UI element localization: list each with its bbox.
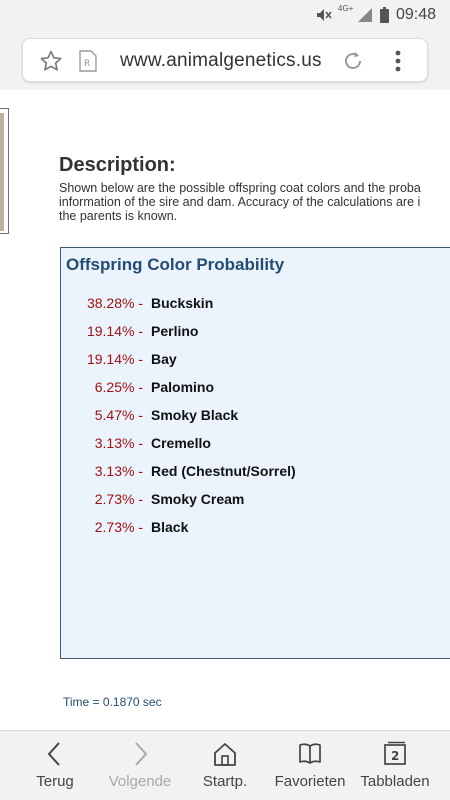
svg-text:R: R — [84, 59, 90, 69]
address-bar[interactable]: R www.animalgenetics.us — [22, 38, 428, 82]
description-line: Shown below are the possible offspring c… — [59, 181, 421, 195]
probability-row: 5.47% - Smoky Black — [61, 407, 450, 427]
probability-title: Offspring Color Probability — [66, 255, 285, 274]
probability-percent: 19.14% - — [86, 323, 143, 339]
probability-percent: 2.73% - — [94, 491, 143, 507]
description-heading: Description: — [59, 154, 176, 176]
calculation-time: Time = 0.1870 sec — [63, 695, 162, 709]
coat-color: Perlino — [151, 323, 199, 339]
home-label: Startp. — [202, 773, 248, 790]
tabs-button[interactable]: 2 Tabbladen — [350, 731, 440, 800]
horse-image — [0, 113, 4, 231]
probability-percent: 3.13% - — [94, 435, 143, 451]
coat-color: Smoky Black — [151, 407, 239, 423]
probability-row: 3.13% - Red (Chestnut/Sorrel) — [61, 463, 450, 483]
signal-icon — [358, 8, 372, 22]
forward-button[interactable]: Volgende — [95, 731, 185, 800]
bookmarks-label: Favorieten — [274, 773, 346, 790]
clock: 09:48 — [396, 6, 437, 23]
probability-row: 3.13% - Cremello — [61, 435, 450, 455]
browser-toolbar: R www.animalgenetics.us — [0, 30, 450, 90]
tab-count: 2 — [391, 749, 399, 763]
description-text: Shown below are the possible offspring c… — [59, 181, 450, 223]
reader-icon[interactable]: R — [79, 50, 97, 72]
coat-color: Palomino — [151, 379, 215, 395]
home-button[interactable]: Startp. — [180, 731, 270, 800]
coat-color: Buckskin — [151, 295, 214, 311]
coat-color: Black — [151, 519, 189, 535]
probability-percent: 38.28% - — [86, 295, 143, 311]
chevron-left-icon — [47, 742, 60, 766]
coat-color: Cremello — [151, 435, 211, 451]
probability-percent: 5.47% - — [94, 407, 143, 423]
status-bar: 4G+ 09:48 — [0, 0, 450, 30]
probability-percent: 3.13% - — [94, 463, 143, 479]
probability-percent: 2.73% - — [94, 519, 143, 535]
description-line: the parents is known. — [59, 209, 178, 223]
tabs-label: Tabbladen — [360, 773, 430, 790]
forward-label: Volgende — [108, 773, 172, 790]
horse-thumbnail — [0, 108, 9, 234]
coat-color: Red (Chestnut/Sorrel) — [151, 463, 296, 479]
network-type: 4G+ — [338, 4, 354, 13]
more-icon[interactable] — [395, 50, 401, 72]
star-icon[interactable] — [39, 49, 63, 73]
battery-icon — [380, 7, 389, 23]
probability-row: 2.73% - Smoky Cream — [61, 491, 450, 511]
back-label: Terug — [36, 773, 74, 790]
url-text[interactable]: www.animalgenetics.us — [120, 50, 322, 72]
back-button[interactable]: Terug — [10, 731, 100, 800]
bookmarks-button[interactable]: Favorieten — [265, 731, 355, 800]
probability-row: 19.14% - Perlino — [61, 323, 450, 343]
probability-row: 19.14% - Bay — [61, 351, 450, 371]
probability-row: 38.28% - Buckskin — [61, 295, 450, 315]
reload-icon[interactable] — [341, 49, 365, 73]
probability-row: 2.73% - Black — [61, 519, 450, 539]
offspring-probability-panel: Offspring Color Probability 38.28% - Buc… — [60, 247, 450, 659]
tabs-icon: 2 — [384, 741, 406, 765]
mute-icon — [317, 9, 332, 21]
coat-color: Bay — [151, 351, 177, 367]
probability-percent: 6.25% - — [94, 379, 143, 395]
probability-row: 6.25% - Palomino — [61, 379, 450, 399]
probability-percent: 19.14% - — [86, 351, 143, 367]
bottom-navigation: Terug Volgende Startp. Favorieten 2 Tabb… — [0, 730, 450, 800]
home-icon — [214, 743, 236, 766]
description-line: information of the sire and dam. Accurac… — [59, 195, 421, 209]
bookmarks-icon — [299, 743, 321, 764]
chevron-right-icon — [135, 742, 148, 766]
coat-color: Smoky Cream — [151, 491, 245, 507]
